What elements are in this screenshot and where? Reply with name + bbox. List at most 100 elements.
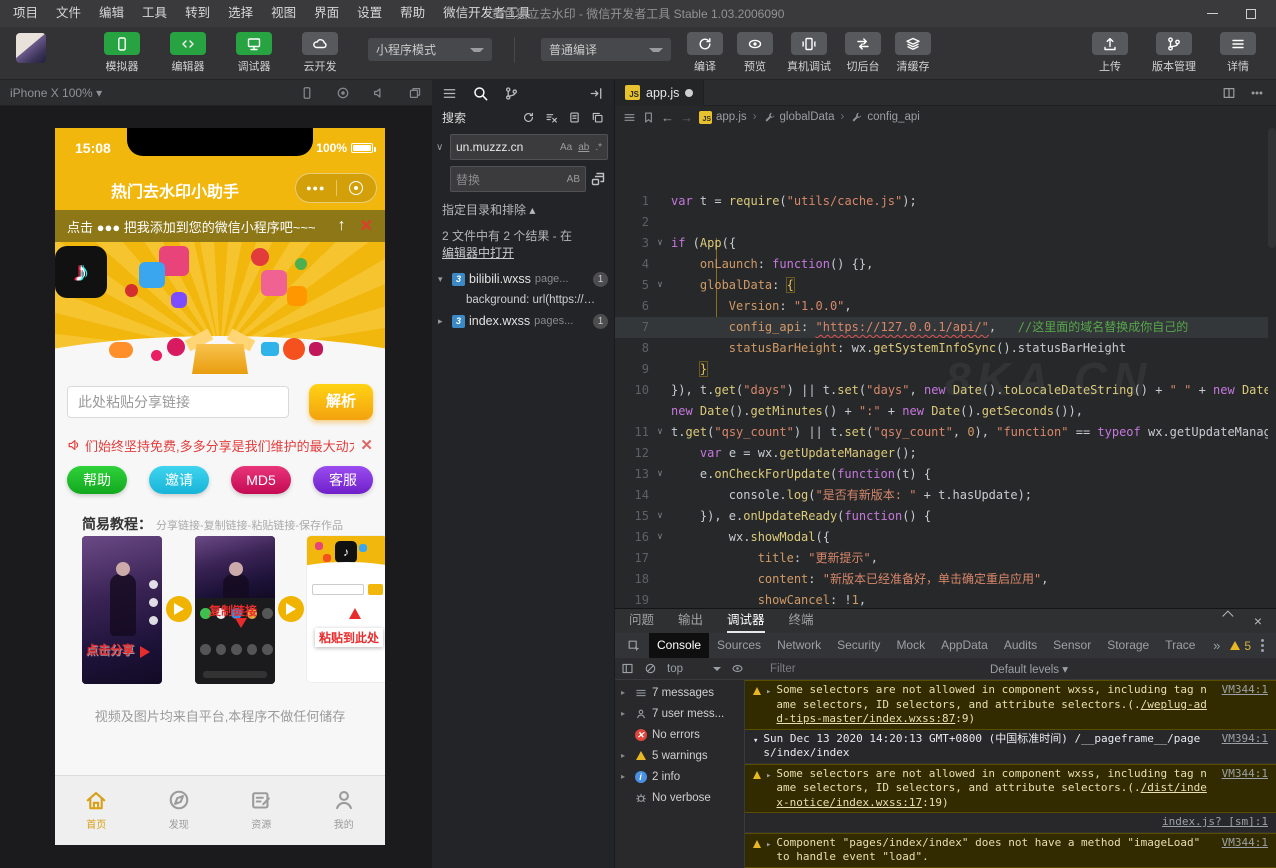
pill-button[interactable]: 邀请 (149, 466, 209, 494)
whole-word-option[interactable]: ab (578, 142, 589, 153)
inspect-element-icon[interactable] (627, 639, 641, 653)
bookmark-icon[interactable] (642, 111, 655, 124)
nav-forward-icon[interactable]: → (680, 110, 693, 125)
marquee-close-icon[interactable]: ✕ (360, 436, 373, 454)
console-filter-item[interactable]: No verbose (615, 787, 744, 808)
action-button-upload[interactable]: 上传 (1086, 27, 1134, 74)
module-button-code[interactable]: 编辑器 (164, 27, 212, 74)
code-line[interactable]: 3∨if (App({ (615, 233, 1268, 254)
phone-tab-person[interactable]: 我的 (303, 776, 386, 845)
code-line[interactable]: new Date().getMinutes() + ":" + new Date… (615, 401, 1268, 422)
devtools-tab-storage[interactable]: Storage (1099, 633, 1157, 658)
parse-button[interactable]: 解析 (309, 384, 373, 420)
menu-item[interactable]: 帮助 (391, 0, 434, 27)
minimize-button[interactable] (1207, 13, 1218, 15)
code-line[interactable]: 9 } (615, 359, 1268, 380)
console-filter-item[interactable]: ▸7 user mess... (615, 703, 744, 724)
nav-back-icon[interactable]: ← (661, 110, 674, 125)
code-area[interactable]: 1var t = require("utils/cache.js");23∨if… (615, 128, 1268, 608)
float-window-icon[interactable] (408, 86, 422, 100)
source-location-link[interactable]: VM344:1 (1222, 836, 1268, 851)
panel-tab[interactable]: 调试器 (727, 609, 765, 633)
live-expression-eye-icon[interactable] (731, 662, 744, 675)
collapse-all-icon[interactable] (591, 111, 604, 124)
code-line[interactable]: 6 Version: "1.0.0", (615, 296, 1268, 317)
tab-overflow-icon[interactable]: » (1213, 638, 1220, 653)
console-sidebar-toggle-icon[interactable] (621, 662, 634, 675)
replace-input[interactable]: 替换 AB (450, 166, 586, 192)
devtools-tab-audits[interactable]: Audits (996, 633, 1045, 658)
source-location-link[interactable]: VM344:1 (1222, 683, 1268, 698)
source-location-link[interactable]: VM394:1 (1222, 732, 1268, 747)
devtools-tab-network[interactable]: Network (769, 633, 829, 658)
expand-caret-icon[interactable]: ▸ (766, 683, 771, 700)
action-button-bgswitch[interactable]: 切后台 (843, 27, 883, 74)
fold-caret-icon[interactable]: ∨ (649, 422, 671, 443)
menu-item[interactable]: 视图 (262, 0, 305, 27)
pill-button[interactable]: 帮助 (67, 466, 127, 494)
panel-tab[interactable]: 终端 (789, 609, 814, 633)
match-case-option[interactable]: Aa (560, 142, 572, 153)
editor-scrollbar[interactable] (1268, 128, 1276, 248)
panel-tab[interactable]: 输出 (678, 609, 703, 633)
more-dots-icon[interactable]: ●●● (296, 183, 336, 193)
console-row-warn[interactable]: ▸Component "pages/index/index" does not … (745, 833, 1276, 868)
code-line[interactable]: 14 console.log("是否有新版本: " + t.hasUpdate)… (615, 485, 1268, 506)
mode-select[interactable]: 小程序模式 (368, 38, 492, 61)
console-filter-input[interactable]: Filter (770, 663, 920, 675)
menu-item[interactable]: 文件 (47, 0, 90, 27)
code-line[interactable]: 4 onLaunch: function() {}, (615, 254, 1268, 275)
expand-caret-icon[interactable]: ▾ (438, 274, 448, 285)
search-match-line[interactable]: background: url(https://… (432, 290, 614, 310)
refresh-search-icon[interactable] (522, 111, 535, 124)
fold-caret-icon[interactable]: ∨ (649, 233, 671, 254)
menu-icon[interactable] (623, 111, 636, 124)
code-line[interactable]: 16∨ wx.showModal({ (615, 527, 1268, 548)
more-actions-icon[interactable] (1250, 86, 1264, 100)
pill-button[interactable]: 客服 (313, 466, 373, 494)
devtools-tab-mock[interactable]: Mock (888, 633, 933, 658)
fold-caret-icon[interactable]: ∨ (649, 464, 671, 485)
sound-icon[interactable] (372, 86, 386, 100)
device-icon[interactable] (300, 86, 314, 100)
action-button-eye[interactable]: 预览 (735, 27, 775, 74)
code-line[interactable]: 15∨ }), e.onUpdateReady(function() { (615, 506, 1268, 527)
code-line[interactable]: 12 var e = wx.getUpdateManager(); (615, 443, 1268, 464)
wechat-capsule[interactable]: ●●● (295, 173, 377, 203)
regex-option[interactable]: .* (595, 142, 602, 153)
expand-caret-icon[interactable]: ▸ (438, 316, 448, 327)
expand-caret-icon[interactable]: ▾ (753, 732, 758, 749)
clear-results-icon[interactable] (545, 111, 558, 124)
close-target-icon[interactable] (337, 181, 377, 195)
file-list-icon[interactable] (442, 86, 457, 101)
menu-item[interactable]: 转到 (176, 0, 219, 27)
warning-count-badge[interactable]: 5 (1230, 639, 1251, 653)
fold-caret-icon[interactable]: ∨ (649, 506, 671, 527)
console-row-warn[interactable]: ▸Some selectors are not allowed in compo… (745, 680, 1276, 730)
code-line[interactable]: 2 (615, 212, 1268, 233)
context-selector[interactable]: top (667, 663, 721, 675)
fold-caret-icon[interactable]: ∨ (649, 527, 671, 548)
log-levels-selector[interactable]: Default levels ▾ (990, 662, 1068, 676)
console-filter-item[interactable]: ✕No errors (615, 724, 744, 745)
code-line[interactable]: 8 statusBarHeight: wx.getSystemInfoSync(… (615, 338, 1268, 359)
devtools-menu-icon[interactable] (1261, 639, 1264, 652)
device-selector[interactable]: iPhone X 100% ▾ (10, 86, 102, 100)
console-filter-item[interactable]: ▸5 warnings (615, 745, 744, 766)
console-filter-item[interactable]: ▸i2 info (615, 766, 744, 787)
unsaved-dot-icon[interactable] (685, 89, 693, 97)
user-avatar[interactable] (16, 33, 46, 63)
breadcrumb-item[interactable]: JSapp.js (699, 111, 747, 124)
menu-item[interactable]: 编辑 (90, 0, 133, 27)
module-button-cloud[interactable]: 云开发 (296, 27, 344, 74)
expand-caret-icon[interactable]: ▸ (766, 836, 771, 853)
console-row-group[interactable]: ▾Sun Dec 13 2020 14:20:13 GMT+0800 (中国标准… (745, 730, 1276, 764)
devtools-tab-console[interactable]: Console (649, 633, 709, 658)
preserve-case-option[interactable]: AB (567, 174, 580, 185)
search-result-file[interactable]: ▸3index.wxsspages...1 (432, 310, 614, 332)
collapse-sidebar-icon[interactable] (589, 86, 604, 101)
source-location-link[interactable]: index.js? [sm]:1 (1162, 815, 1268, 830)
phone-tab-home[interactable]: 首页 (55, 776, 138, 845)
compile-select[interactable]: 普通编译 (541, 38, 671, 61)
menu-item[interactable]: 设置 (348, 0, 391, 27)
